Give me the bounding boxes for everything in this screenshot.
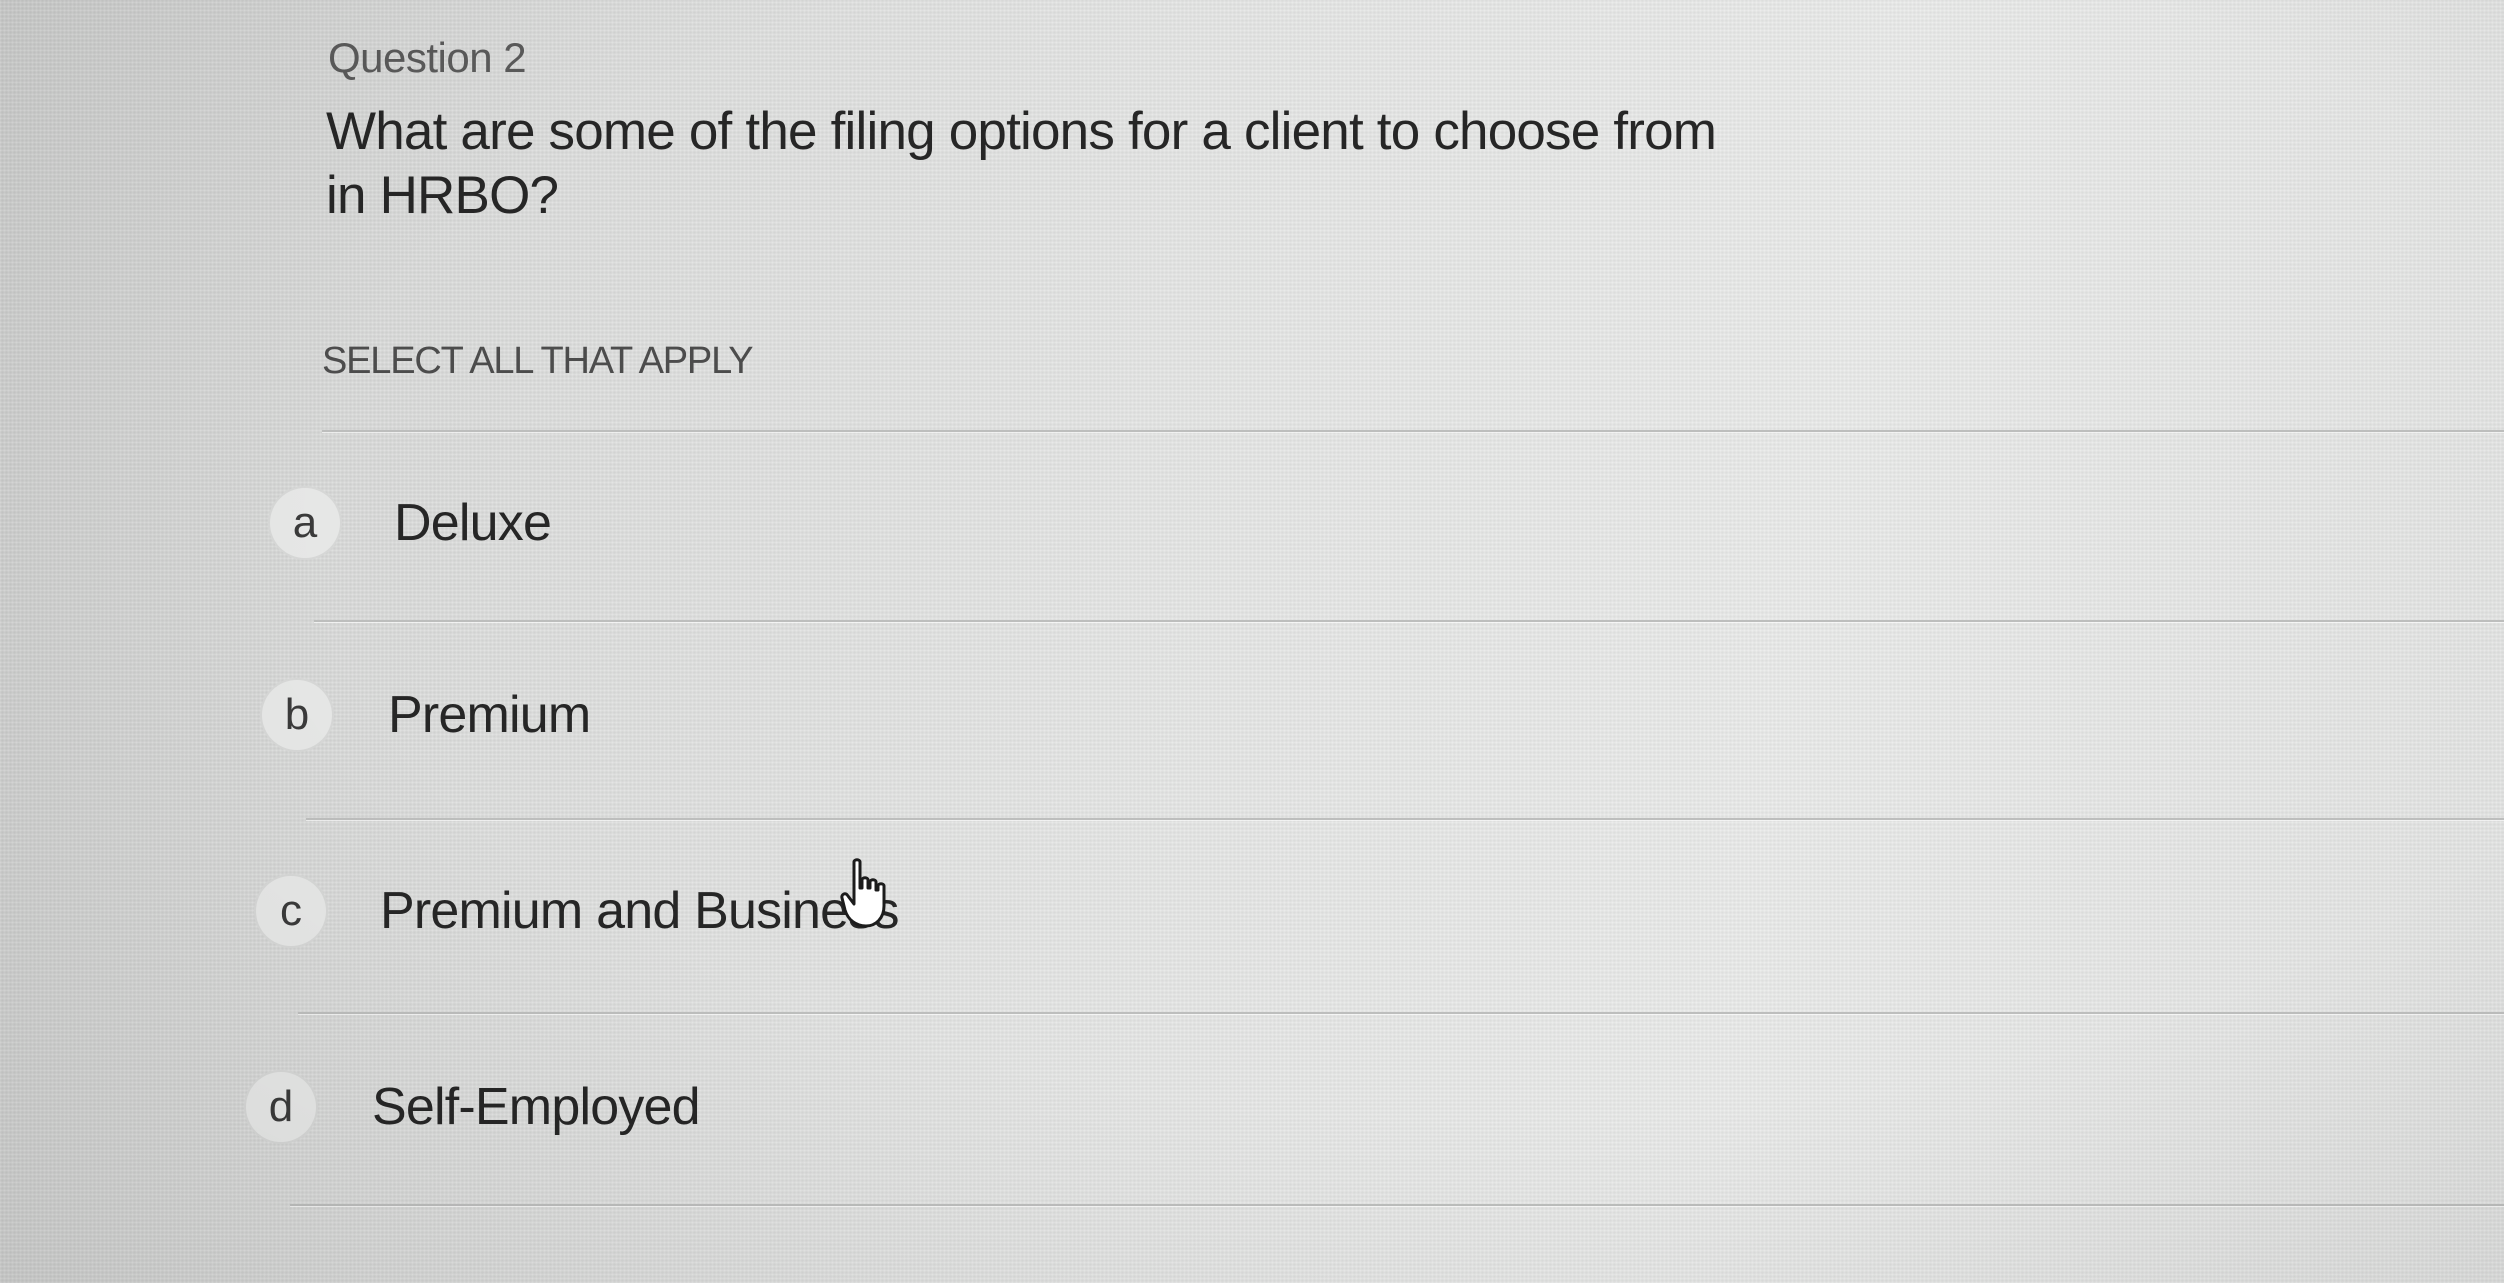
option-divider [290,1204,2504,1206]
question-number: Question 2 [328,34,527,81]
option-divider [322,430,2504,432]
option-b[interactable]: b Premium [262,654,2504,774]
hand-pointer-icon [840,858,894,930]
option-divider [314,620,2504,622]
option-a[interactable]: a Deluxe [270,462,2504,582]
option-divider [298,1012,2504,1014]
option-label: Self-Employed [372,1078,701,1136]
option-label: Premium [388,686,591,744]
option-letter: b [262,680,332,750]
option-divider [306,818,2504,820]
option-letter: c [256,876,326,946]
question-text: What are some of the filing options for … [326,102,1717,225]
option-c[interactable]: c Premium and Business [256,850,2504,970]
option-label: Premium and Business [380,882,899,940]
option-d[interactable]: d Self-Employed [246,1046,2504,1166]
option-letter: a [270,488,340,558]
option-letter: d [246,1072,316,1142]
select-all-instruction: SELECT ALL THAT APPLY [322,340,754,382]
option-label: Deluxe [394,494,552,552]
